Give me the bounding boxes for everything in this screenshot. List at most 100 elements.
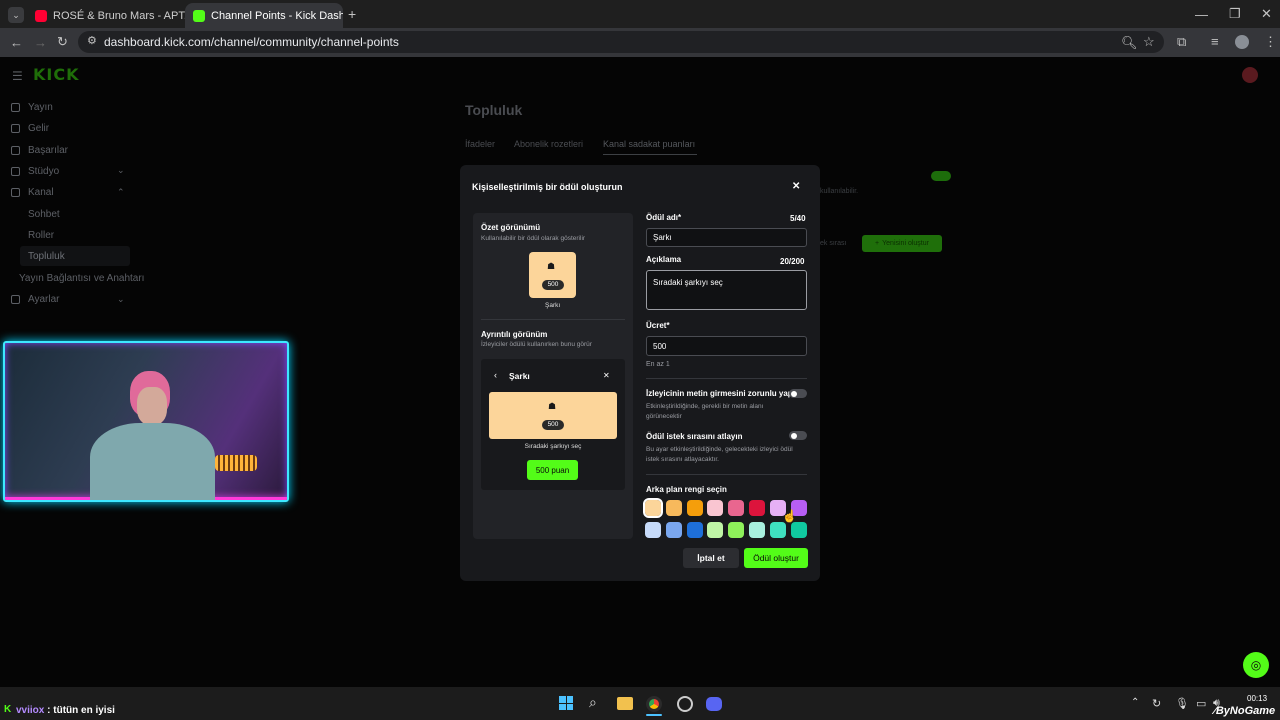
url-text[interactable]: dashboard.kick.com/channel/community/cha…: [104, 35, 399, 49]
reload-icon[interactable]: ↻: [57, 35, 68, 48]
sidebar-subitem-sohbet[interactable]: Sohbet: [28, 209, 60, 220]
cost-hint: En az 1: [646, 361, 670, 368]
cost-input[interactable]: 500: [646, 336, 807, 356]
tab-kick-dashboard[interactable]: Channel Points - Kick Dashboa ✕: [185, 3, 343, 28]
require-text-description: Etkinleştirildiğinde, gerekli bir metin …: [646, 403, 764, 420]
restore-icon[interactable]: ❐: [1229, 7, 1241, 20]
windows-start-icon[interactable]: [559, 696, 573, 710]
tab-ifadeler[interactable]: İfadeler: [465, 139, 495, 149]
sidebar-subitem-topluluk[interactable]: Topluluk: [28, 251, 65, 262]
reward-name-label: Ödül adı*: [646, 213, 682, 222]
create-new-button[interactable]: + Yenisini oluştur: [862, 235, 942, 252]
color-swatch[interactable]: [790, 522, 807, 538]
sidebar-item-yayin[interactable]: Yayın: [11, 102, 53, 113]
skip-queue-description: Bu ayar etkinleştirildiğinde, gelecektek…: [646, 446, 793, 463]
youtube-icon: [35, 9, 47, 22]
chat-message: : tütün en iyisi: [47, 705, 115, 716]
user-avatar[interactable]: [1242, 67, 1258, 83]
reward-name-input[interactable]: Şarkı: [646, 228, 807, 247]
tab-youtube[interactable]: ROSÉ & Bruno Mars - APT. (Offi ✕: [27, 3, 185, 28]
detail-view-subtitle: İzleyiciler ödülü kullanırken bunu görür: [481, 341, 592, 348]
summary-view-subtitle: Kullanılabilir bir ödül olarak gösterili…: [481, 235, 586, 242]
media-control-icon[interactable]: ≡: [1211, 35, 1219, 48]
color-swatch[interactable]: [645, 522, 661, 538]
sync-icon[interactable]: ↻: [1152, 697, 1161, 710]
streamer-hoodie: [90, 423, 215, 500]
window-close-icon[interactable]: ✕: [1261, 7, 1272, 20]
chevron-down-icon[interactable]: ⌄: [117, 294, 125, 305]
zoom-icon[interactable]: 🔍︎: [1121, 36, 1138, 49]
color-swatch[interactable]: [728, 500, 745, 516]
file-explorer-icon[interactable]: [617, 697, 633, 710]
network-icon[interactable]: ▭: [1196, 697, 1206, 710]
bookmark-star-icon[interactable]: ☆: [1143, 35, 1155, 48]
modal-close-icon[interactable]: ✕: [792, 181, 800, 192]
studio-icon: [11, 167, 20, 176]
chrome-icon[interactable]: [646, 696, 662, 712]
sidebar-item-stream-key[interactable]: Yayın Bağlantısı ve Anahtarı: [19, 273, 144, 284]
color-swatch[interactable]: [749, 500, 765, 516]
forward-icon[interactable]: →: [34, 36, 47, 49]
divider: [646, 474, 807, 475]
skip-queue-toggle[interactable]: [789, 431, 807, 440]
color-swatch[interactable]: [686, 500, 703, 516]
channel-points-toggle[interactable]: [931, 171, 951, 181]
reward-name-counter: 5/40: [790, 214, 806, 223]
search-icon[interactable]: ⌕: [589, 694, 597, 711]
channel-icon: [11, 188, 20, 197]
description-counter: 20/200: [780, 257, 805, 266]
tab-title: Channel Points - Kick Dashboa: [211, 9, 343, 22]
description-textarea[interactable]: Sıradaki şarkıyı seç: [646, 270, 807, 310]
extensions-icon[interactable]: ⧉: [1177, 35, 1186, 48]
color-swatch[interactable]: [707, 522, 724, 538]
color-swatch[interactable]: [728, 522, 745, 538]
sidebar-item-studyo[interactable]: Stüdyo: [11, 166, 59, 177]
minimize-icon[interactable]: —: [1195, 8, 1208, 21]
webcam-lamp: [215, 455, 257, 471]
color-swatch[interactable]: [769, 522, 786, 538]
tray-chevron-up-icon[interactable]: ⌃: [1131, 697, 1139, 708]
chat-username: vviiox: [16, 705, 45, 716]
cost-badge: 500: [542, 280, 564, 290]
color-swatch[interactable]: [665, 522, 682, 538]
new-tab-icon[interactable]: +: [348, 7, 356, 21]
active-tab-underline: [603, 154, 697, 155]
back-chevron-icon: ‹: [494, 370, 497, 380]
sidebar-item-ayarlar[interactable]: Ayarlar: [11, 294, 60, 305]
plus-icon: +: [875, 240, 880, 247]
sidebar-item-kanal[interactable]: Kanal: [11, 187, 54, 198]
chevron-down-icon[interactable]: ⌄: [117, 165, 125, 176]
site-info-icon[interactable]: ⚙: [87, 36, 97, 47]
discord-icon[interactable]: [706, 697, 722, 711]
tab-title: ROSÉ & Bruno Mars - APT. (Offi: [53, 9, 185, 22]
divider: [646, 378, 807, 379]
bg-queue-link[interactable]: ek sırası: [820, 240, 846, 247]
microphone-icon[interactable]: 🎙︎: [1175, 697, 1189, 710]
color-swatch[interactable]: [643, 498, 663, 518]
color-swatch[interactable]: [686, 522, 703, 538]
require-text-toggle[interactable]: [789, 389, 807, 398]
sidebar-item-basarilar[interactable]: Başarılar: [11, 145, 68, 156]
cancel-button[interactable]: İptal et: [683, 548, 739, 568]
tab-abonelik-rozetleri[interactable]: Abonelik rozetleri: [514, 139, 583, 149]
clock-time[interactable]: 00:13: [1247, 694, 1267, 703]
gift-icon: ☗: [547, 261, 556, 271]
menu-kebab-icon[interactable]: ⋮: [1264, 35, 1277, 48]
hamburger-menu-icon[interactable]: ☰: [12, 69, 23, 83]
sidebar-item-gelir[interactable]: Gelir: [11, 123, 49, 134]
tab-kanal-sadakat-puanlari[interactable]: Kanal sadakat puanları: [603, 139, 695, 149]
create-reward-button[interactable]: Ödül oluştur: [744, 548, 808, 568]
tab-search-icon[interactable]: ⌄: [8, 7, 24, 23]
kick-logo[interactable]: KICK: [33, 65, 80, 84]
color-swatch[interactable]: [665, 500, 682, 516]
profile-avatar[interactable]: [1235, 35, 1249, 49]
reward-card-detail: ☗ 500: [489, 392, 617, 439]
back-icon[interactable]: ←: [10, 36, 23, 49]
color-swatch[interactable]: [707, 500, 724, 516]
sidebar-subitem-roller[interactable]: Roller: [28, 230, 54, 241]
cost-label: Ücret*: [646, 321, 670, 330]
chevron-up-icon[interactable]: ⌃: [117, 187, 125, 198]
color-swatch[interactable]: [749, 522, 765, 538]
obs-icon[interactable]: [677, 696, 693, 712]
support-chat-icon[interactable]: ◎: [1243, 652, 1269, 678]
